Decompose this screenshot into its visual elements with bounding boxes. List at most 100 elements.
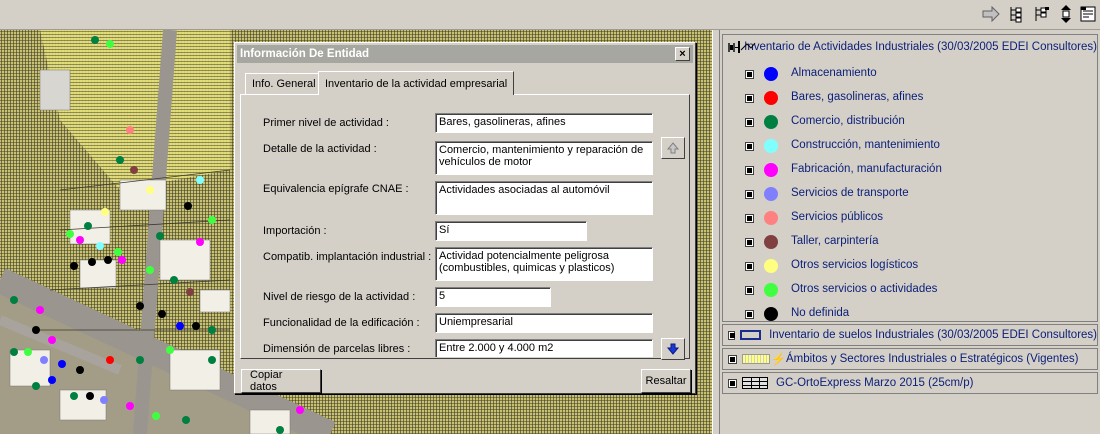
- layer-checkbox[interactable]: [728, 330, 735, 340]
- hatched-fill-icon: [742, 354, 770, 364]
- legend-item-label: Otros servicios o actividades: [791, 283, 938, 295]
- layer-group-activities: Inventario de Actividades Industriales (…: [722, 34, 1098, 322]
- legend-color-dot-icon: [764, 235, 778, 249]
- legend-item[interactable]: Otros servicios logísticos: [723, 254, 1093, 278]
- form-fields[interactable]: Primer nivel de actividad : Bares, gasol…: [247, 101, 659, 357]
- layers-swap-icon[interactable]: [1055, 3, 1077, 25]
- legend-item[interactable]: Fabricación, manufacturación: [723, 158, 1093, 182]
- legend-item-label: Fabricación, manufacturación: [791, 163, 942, 175]
- layer-label-ortho: GC-OrtoExpress Marzo 2015 (25cm/p): [776, 377, 974, 389]
- dialog-title: Información De Entidad: [240, 48, 370, 60]
- legend-item[interactable]: Taller, carpintería: [723, 230, 1093, 254]
- legend-item-checkbox[interactable]: [745, 238, 754, 247]
- tab-inventario-actividad[interactable]: Inventario de la actividad empresarial: [318, 71, 515, 95]
- highlight-button[interactable]: Resaltar: [641, 369, 691, 393]
- field-funcionalidad[interactable]: Uniempresarial: [435, 313, 653, 333]
- legend-item-checkbox[interactable]: [745, 166, 754, 175]
- legend-item-label: No definida: [791, 307, 850, 319]
- field-primer-nivel[interactable]: Bares, gasolineras, afines: [435, 113, 653, 133]
- legend-color-dot-icon: [764, 163, 778, 177]
- field-label-importacion: Importación :: [263, 225, 327, 237]
- legend-color-dot-icon: [764, 259, 778, 273]
- dialog-titlebar[interactable]: Información De Entidad ×: [237, 45, 693, 63]
- arrow-right-icon[interactable]: [980, 3, 1002, 25]
- tree-expand-icon[interactable]: [1006, 3, 1028, 25]
- legend-item-checkbox[interactable]: [745, 190, 754, 199]
- legend-color-dot-icon: [764, 187, 778, 201]
- field-label-funcionalidad: Funcionalidad de la edificación :: [263, 317, 420, 329]
- field-label-nivel-riesgo: Nivel de riesgo de la actividad :: [263, 291, 416, 303]
- close-icon: ×: [679, 47, 686, 60]
- field-detalle[interactable]: Comercio, mantenimiento y reparación de …: [435, 141, 653, 175]
- main-toolbar: [0, 0, 1100, 30]
- legend-color-dot-icon: [764, 283, 778, 297]
- legend-item-checkbox[interactable]: [745, 142, 754, 151]
- arrow-up-icon: [666, 142, 680, 154]
- legend-item[interactable]: Otros servicios o actividades: [723, 278, 1093, 302]
- field-dimension[interactable]: Entre 2.000 y 4.000 m2: [435, 339, 653, 357]
- legend-color-dot-icon: [764, 115, 778, 129]
- layer-label-activities: Inventario de Actividades Industriales (…: [744, 41, 1097, 53]
- scroll-up-button[interactable]: [661, 137, 685, 159]
- legend-color-dot-icon: [764, 67, 778, 81]
- layer-label-ambitos: Ámbitos y Sectores Industriales o Estrat…: [785, 353, 1079, 365]
- legend-color-dot-icon: [764, 211, 778, 225]
- collapse-icon[interactable]: [733, 42, 741, 52]
- legend-item[interactable]: No definida: [723, 302, 1093, 326]
- legend-item-label: Otros servicios logísticos: [791, 259, 919, 271]
- layer-type-icon: [738, 41, 756, 53]
- tree-collapse-icon[interactable]: [1031, 3, 1053, 25]
- field-label-primer-nivel: Primer nivel de actividad :: [263, 117, 389, 129]
- field-label-cnae: Equivalencia epígrafe CNAE :: [263, 183, 409, 195]
- layer-row-ambitos[interactable]: ⚡ Ámbitos y Sectores Industriales o Estr…: [722, 348, 1098, 370]
- scroll-down-button[interactable]: [661, 338, 685, 360]
- field-cnae[interactable]: Actividades asociadas al automóvil: [435, 181, 653, 215]
- layer-checkbox[interactable]: [728, 354, 737, 364]
- legend-color-dot-icon: [764, 307, 778, 321]
- legend-item[interactable]: Construcción, mantenimiento: [723, 134, 1093, 158]
- close-button[interactable]: ×: [675, 47, 690, 61]
- field-importacion[interactable]: Sí: [435, 221, 587, 241]
- legend-color-dot-icon: [764, 91, 778, 105]
- legend-item-label: Bares, gasolineras, afines: [791, 91, 924, 103]
- arrow-down-icon: [666, 343, 680, 355]
- legend-item[interactable]: Servicios de transporte: [723, 182, 1093, 206]
- legend-item[interactable]: Servicios públicos: [723, 206, 1093, 230]
- tab-panel: Primer nivel de actividad : Bares, gasol…: [240, 94, 690, 360]
- copy-data-button[interactable]: Copiar datos: [241, 369, 321, 393]
- legend-item-label: Comercio, distribución: [791, 115, 905, 127]
- legend-item[interactable]: Comercio, distribución: [723, 110, 1093, 134]
- tab-info-general[interactable]: Info. General: [245, 73, 323, 94]
- legend-item-checkbox[interactable]: [745, 262, 754, 271]
- layer-legend-panel: Inventario de Actividades Industriales (…: [720, 32, 1100, 434]
- layer-checkbox[interactable]: [728, 42, 736, 52]
- legend-item-label: Taller, carpintería: [791, 235, 879, 247]
- entity-info-dialog: Información De Entidad × Info. General I…: [234, 42, 696, 394]
- legend-item[interactable]: Bares, gasolineras, afines: [723, 86, 1093, 110]
- layer-header-activities[interactable]: Inventario de Actividades Industriales (…: [723, 35, 1097, 59]
- lightning-icon: ⚡: [771, 352, 786, 366]
- legend-item[interactable]: Almacenamiento: [723, 62, 1093, 86]
- legend-item-checkbox[interactable]: [745, 310, 754, 319]
- field-nivel-riesgo[interactable]: 5: [435, 287, 551, 307]
- legend-item-label: Almacenamiento: [791, 67, 877, 79]
- field-label-dimension: Dimensión de parcelas libres :: [263, 343, 411, 355]
- polygon-outline-icon: [739, 330, 762, 340]
- layer-row-suelos[interactable]: Inventario de suelos Industriales (30/03…: [722, 324, 1098, 346]
- legend-item-checkbox[interactable]: [745, 214, 754, 223]
- legend-item-checkbox[interactable]: [745, 286, 754, 295]
- properties-icon[interactable]: [1077, 3, 1099, 25]
- layer-row-ortho[interactable]: GC-OrtoExpress Marzo 2015 (25cm/p): [722, 372, 1098, 394]
- legend-item-label: Servicios públicos: [791, 211, 884, 223]
- legend-color-dot-icon: [764, 139, 778, 153]
- layer-checkbox[interactable]: [728, 378, 737, 388]
- layer-label-suelos: Inventario de suelos Industriales (30/03…: [769, 329, 1097, 341]
- legend-item-checkbox[interactable]: [745, 94, 754, 103]
- raster-grid-icon: [742, 377, 768, 389]
- field-label-detalle: Detalle de la actividad :: [263, 143, 377, 155]
- field-compatib[interactable]: Actividad potencialmente peligrosa (comb…: [435, 247, 653, 281]
- field-label-compatib: Compatib. implantación industrial :: [263, 251, 432, 263]
- legend-item-checkbox[interactable]: [745, 70, 754, 79]
- panel-splitter[interactable]: [712, 30, 720, 434]
- legend-item-checkbox[interactable]: [745, 118, 754, 127]
